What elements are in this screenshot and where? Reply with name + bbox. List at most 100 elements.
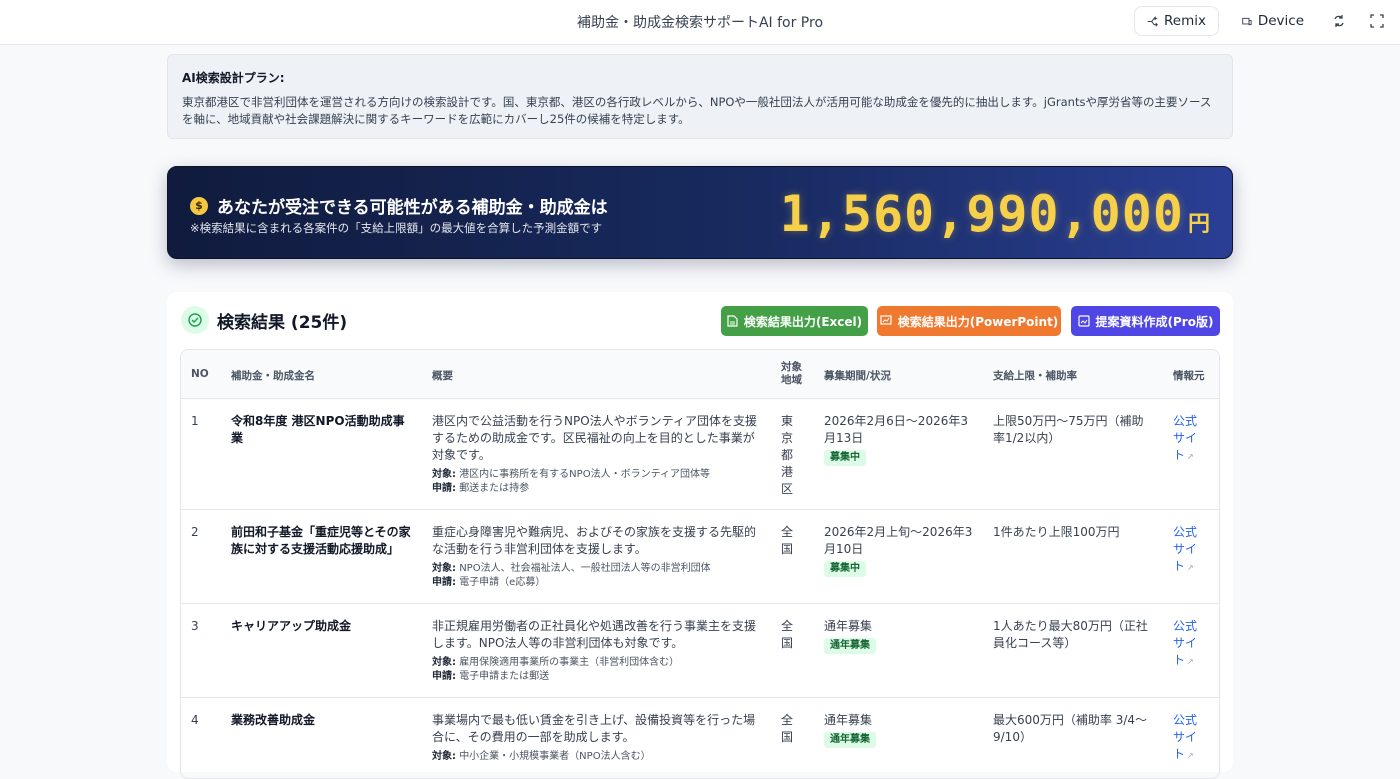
row-limit: 1件あたり上限100万円	[993, 525, 1120, 539]
external-link-icon: ↗	[1187, 657, 1194, 666]
row-details: 対象: 港区内に事務所を有するNPO法人・ボランティア団体等 申請: 郵送または…	[432, 468, 764, 496]
row-area: 全国	[781, 619, 794, 650]
create-proposal-button[interactable]: 提案資料作成(Pro版)	[1071, 306, 1220, 336]
export-powerpoint-button[interactable]: 検索結果出力(PowerPoint)	[877, 306, 1061, 336]
col-source: 情報元	[1173, 370, 1205, 382]
row-summary: 港区内で公益活動を行うNPO法人やボランティア団体を支援するための助成金です。区…	[432, 413, 764, 496]
table-row: 4 業務改善助成金 事業場内で最も低い賃金を引き上げ、設備投資等を行った場合に、…	[181, 698, 1219, 778]
coin-icon: $	[190, 196, 208, 215]
export-excel-label: 検索結果出力(Excel)	[743, 314, 863, 329]
source-link[interactable]: 公式サイト ↗	[1173, 712, 1203, 764]
table-row: 2 前田和子基金「重症児等とその家族に対する支援活動応援助成」 重症心身障害児や…	[181, 510, 1219, 604]
apply-text: 電子申請または郵送	[459, 671, 550, 682]
target-label: 対象:	[432, 657, 456, 668]
row-summary: 重症心身障害児や難病児、およびその家族を支援する先駆的な活動を行う非営利団体を支…	[432, 524, 764, 590]
results-panel: 検索結果 (25件) 検索結果出力(Excel) 検索結果出力(PowerPoi…	[167, 292, 1233, 779]
external-link-icon: ↗	[1187, 452, 1194, 461]
device-icon	[1242, 17, 1252, 25]
file-icon	[727, 315, 738, 327]
row-area: 全国	[781, 713, 794, 744]
estimated-amount: 1,560,990,000	[779, 185, 1184, 243]
check-circle-icon	[181, 306, 209, 334]
status-badge: 募集中	[824, 561, 866, 577]
col-no: NO	[191, 368, 209, 380]
row-area: 全国	[781, 525, 794, 556]
remix-icon	[1147, 15, 1158, 27]
fullscreen-icon[interactable]	[1366, 10, 1388, 32]
row-period: 通年募集 通年募集	[824, 618, 979, 654]
row-details: 対象: NPO法人、社会福祉法人、一般社団法人等の非営利団体 申請: 電子申請（…	[432, 562, 764, 590]
target-text: 中小企業・小規模事業者（NPO法人含む）	[459, 751, 651, 762]
row-name: キャリアアップ助成金	[231, 619, 352, 633]
target-text: 雇用保険適用事業所の事業主（非営利団体含む）	[459, 657, 680, 668]
row-no: 2	[191, 525, 199, 539]
col-summary: 概要	[432, 370, 453, 382]
summary-text: 港区内で公益活動を行うNPO法人やボランティア団体を支援するための助成金です。区…	[432, 414, 757, 462]
period-text: 通年募集	[824, 619, 873, 633]
row-period: 2026年2月上旬〜2026年3月10日 募集中	[824, 524, 979, 577]
remix-label: Remix	[1164, 13, 1206, 29]
row-details: 対象: 雇用保険適用事業所の事業主（非営利団体含む） 申請: 電子申請または郵送	[432, 656, 764, 684]
create-proposal-label: 提案資料作成(Pro版)	[1095, 314, 1214, 329]
summary-text: 重症心身障害児や難病児、およびその家族を支援する先駆的な活動を行う非営利団体を支…	[432, 525, 757, 556]
col-name: 補助金・助成金名	[231, 370, 315, 382]
amount-unit: 円	[1187, 212, 1210, 237]
search-plan-box: AI検索設計プラン: 東京都港区で非営利団体を運営される方向けの検索設計です。国…	[167, 54, 1233, 139]
target-text: NPO法人、社会福祉法人、一般社団法人等の非営利団体	[459, 563, 711, 574]
row-period: 通年募集 通年募集	[824, 712, 979, 748]
top-bar: 補助金・助成金検索サポートAI for Pro Remix Device	[0, 0, 1400, 45]
row-summary: 非正規雇用労働者の正社員化や処遇改善を行う事業主を支援します。NPO法人等の非営…	[432, 618, 764, 684]
period-text: 2026年2月6日〜2026年3月13日	[824, 414, 968, 445]
summary-text: 非正規雇用労働者の正社員化や処遇改善を行う事業主を支援します。NPO法人等の非営…	[432, 619, 757, 650]
period-text: 2026年2月上旬〜2026年3月10日	[824, 525, 973, 556]
summary-text: 事業場内で最も低い賃金を引き上げ、設備投資等を行った場合に、その費用の一部を助成…	[432, 713, 756, 744]
row-limit: 最大600万円（補助率 3/4〜9/10）	[993, 713, 1148, 744]
external-link-icon: ↗	[1187, 751, 1194, 760]
plan-title: AI検索設計プラン:	[182, 71, 285, 85]
banner-title: あなたが受注できる可能性がある補助金・助成金は	[217, 198, 608, 218]
external-link-icon: ↗	[1187, 563, 1194, 572]
plan-text: 東京都港区で非営利団体を運営される方向けの検索設計です。国、東京都、港区の各行政…	[182, 95, 1212, 126]
table-header: NO 補助金・助成金名 概要 対象地域 募集期間/状況 支給上限・補助率 情報元	[181, 350, 1219, 399]
apply-text: 郵送または持参	[459, 483, 530, 494]
export-excel-button[interactable]: 検索結果出力(Excel)	[721, 306, 868, 336]
results-table: NO 補助金・助成金名 概要 対象地域 募集期間/状況 支給上限・補助率 情報元…	[180, 349, 1220, 779]
presentation-icon	[880, 315, 892, 325]
refresh-icon[interactable]	[1328, 10, 1350, 32]
row-area: 東京都港区	[781, 414, 794, 496]
apply-text: 電子申請（e応募）	[459, 577, 546, 588]
row-limit: 上限50万円〜75万円（補助率1/2以内）	[993, 414, 1144, 445]
device-label: Device	[1257, 13, 1304, 29]
estimated-amount-banner: $ あなたが受注できる可能性がある補助金・助成金は ※検索結果に含まれる各案件の…	[167, 166, 1233, 259]
apply-label: 申請:	[432, 577, 456, 588]
target-label: 対象:	[432, 751, 456, 762]
row-details: 対象: 中小企業・小規模事業者（NPO法人含む）	[432, 750, 764, 764]
status-badge: 募集中	[824, 450, 866, 466]
row-no: 4	[191, 713, 199, 727]
apply-label: 申請:	[432, 671, 456, 682]
col-limit: 支給上限・補助率	[993, 370, 1077, 382]
table-row: 3 キャリアアップ助成金 非正規雇用労働者の正社員化や処遇改善を行う事業主を支援…	[181, 604, 1219, 698]
row-name: 令和8年度 港区NPO活動助成事業	[231, 414, 405, 445]
row-name: 業務改善助成金	[231, 713, 316, 727]
table-row: 1 令和8年度 港区NPO活動助成事業 港区内で公益活動を行うNPO法人やボラン…	[181, 399, 1219, 510]
source-link[interactable]: 公式サイト ↗	[1173, 524, 1203, 576]
row-name: 前田和子基金「重症児等とその家族に対する支援活動応援助成」	[231, 525, 411, 556]
status-badge: 通年募集	[824, 732, 876, 748]
export-powerpoint-label: 検索結果出力(PowerPoint)	[897, 314, 1059, 329]
image-doc-icon	[1077, 315, 1090, 327]
source-link[interactable]: 公式サイト ↗	[1173, 618, 1203, 670]
row-no: 1	[191, 414, 199, 428]
device-button[interactable]: Device	[1230, 6, 1316, 36]
source-link[interactable]: 公式サイト ↗	[1173, 413, 1203, 465]
remix-button[interactable]: Remix	[1134, 6, 1219, 36]
target-label: 対象:	[432, 469, 456, 480]
col-area: 対象地域	[781, 361, 802, 386]
row-period: 2026年2月6日〜2026年3月13日 募集中	[824, 413, 979, 466]
row-no: 3	[191, 619, 199, 633]
status-badge: 通年募集	[824, 638, 876, 654]
target-label: 対象:	[432, 563, 456, 574]
target-text: 港区内に事務所を有するNPO法人・ボランティア団体等	[459, 469, 710, 480]
col-period: 募集期間/状況	[824, 370, 891, 382]
results-title: 検索結果 (25件)	[217, 312, 348, 333]
